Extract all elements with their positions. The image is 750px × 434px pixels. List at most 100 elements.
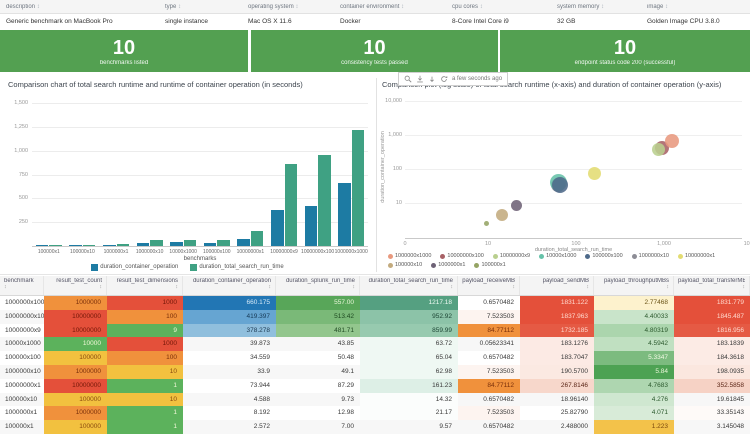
table-cell-payload_total_transferMB[interactable]: 3.145048	[674, 420, 750, 434]
table-cell-result_test_count[interactable]: 1000000	[44, 296, 107, 310]
table-cell-payload_total_transferMB[interactable]: 19.61845	[674, 393, 750, 407]
table-cell-payload_receiveMB[interactable]: 7.523503	[458, 310, 520, 324]
meta-header-cpu-cores[interactable]: cpu cores ↕	[452, 4, 551, 10]
legend-item-10000000x100[interactable]: 10000000x100	[440, 253, 483, 259]
table-cell-benchmark[interactable]: 10000x1000	[0, 337, 44, 351]
table-cell-result_test_count[interactable]: 1000000	[44, 365, 107, 379]
table-cell-result_test_count[interactable]: 10000	[44, 337, 107, 351]
column-header-payload_sendMB[interactable]: payload_sendMB↕	[520, 276, 594, 295]
table-cell-duration_container_operation[interactable]: 2.572	[183, 420, 276, 434]
table-cell-payload_sendMB[interactable]: 25.82790	[520, 406, 594, 420]
column-header-payload_throughputMBs[interactable]: payload_throughputMBs↕	[594, 276, 674, 295]
bar-duration_container_operation[interactable]	[338, 183, 351, 246]
table-cell-duration_container_operation[interactable]: 39.873	[183, 337, 276, 351]
scatter-point-1000000x1[interactable]	[511, 200, 522, 211]
table-cell-duration_splunk_run_time[interactable]: 481.71	[276, 324, 360, 338]
bar-duration_total_search_run_time[interactable]	[352, 130, 365, 246]
table-cell-duration_splunk_run_time[interactable]: 87.29	[276, 379, 360, 393]
column-header-payload_receiveMB[interactable]: payload_receiveMB↕	[458, 276, 520, 295]
table-cell-payload_total_transferMB[interactable]: 198.0935	[674, 365, 750, 379]
magnifier-icon[interactable]	[404, 75, 412, 83]
bar-duration_container_operation[interactable]	[204, 243, 217, 246]
table-cell-payload_throughputMBs[interactable]: 1.223	[594, 420, 674, 434]
meta-header-operating-system[interactable]: operating system ↕	[248, 4, 334, 10]
bar-duration_container_operation[interactable]	[36, 245, 49, 246]
table-cell-benchmark[interactable]: 100000x1	[0, 420, 44, 434]
column-header-duration_splunk_run_time[interactable]: duration_splunk_run_time↕	[276, 276, 360, 295]
table-cell-payload_receiveMB[interactable]: 0.6570482	[458, 296, 520, 310]
scatter-point-10000000x1[interactable]	[588, 167, 601, 180]
table-cell-payload_total_transferMB[interactable]: 184.3618	[674, 351, 750, 365]
table-cell-duration_total_search_run_time[interactable]: 14.32	[360, 393, 458, 407]
table-cell-duration_splunk_run_time[interactable]: 50.48	[276, 351, 360, 365]
bar-duration_container_operation[interactable]	[271, 210, 284, 246]
table-cell-benchmark[interactable]: 1000000x1	[0, 406, 44, 420]
meta-header-type[interactable]: type ↕	[165, 4, 242, 10]
table-cell-result_test_dimensions[interactable]: 9	[107, 324, 183, 338]
table-cell-benchmark[interactable]: 10000000x1	[0, 379, 44, 393]
table-cell-payload_total_transferMB[interactable]: 183.1839	[674, 337, 750, 351]
bar-duration_total_search_run_time[interactable]	[251, 231, 264, 246]
table-cell-duration_container_operation[interactable]: 378.278	[183, 324, 276, 338]
scatter-point-1000000x1000[interactable]	[665, 134, 679, 148]
refresh-icon[interactable]	[440, 75, 448, 83]
legend-item-10000x1000[interactable]: 10000x1000	[539, 253, 576, 259]
scatter-point-100000x1[interactable]	[484, 221, 489, 226]
table-cell-payload_receiveMB[interactable]: 7.523503	[458, 365, 520, 379]
bar-duration_total_search_run_time[interactable]	[184, 240, 197, 246]
table-cell-payload_sendMB[interactable]: 1732.185	[520, 324, 594, 338]
legend-item-duration_total_search_run_time[interactable]: duration_total_search_run_time	[190, 264, 283, 271]
table-cell-payload_throughputMBs[interactable]: 5.3347	[594, 351, 674, 365]
bar-duration_container_operation[interactable]	[103, 245, 116, 246]
table-cell-payload_sendMB[interactable]: 190.5700	[520, 365, 594, 379]
legend-item-100000x100[interactable]: 100000x100	[585, 253, 622, 259]
table-cell-benchmark[interactable]: 10000000x9	[0, 324, 44, 338]
table-cell-result_test_dimensions[interactable]: 10	[107, 365, 183, 379]
column-header-duration_total_search_run_time[interactable]: duration_total_search_run_time↕	[360, 276, 458, 295]
table-cell-benchmark[interactable]: 1000000x1000	[0, 296, 44, 310]
table-cell-result_test_dimensions[interactable]: 100	[107, 351, 183, 365]
column-header-result_test_dimensions[interactable]: result_test_dimensions↕	[107, 276, 183, 295]
table-cell-payload_sendMB[interactable]: 2.488000	[520, 420, 594, 434]
table-cell-result_test_dimensions[interactable]: 100	[107, 310, 183, 324]
bar-duration_container_operation[interactable]	[137, 243, 150, 246]
table-cell-result_test_dimensions[interactable]: 1	[107, 420, 183, 434]
table-cell-result_test_count[interactable]: 100000	[44, 420, 107, 434]
table-cell-payload_total_transferMB[interactable]: 352.5858	[674, 379, 750, 393]
table-cell-result_test_dimensions[interactable]: 1000	[107, 296, 183, 310]
table-cell-duration_splunk_run_time[interactable]: 7.00	[276, 420, 360, 434]
bar-duration_total_search_run_time[interactable]	[49, 245, 62, 246]
table-cell-payload_total_transferMB[interactable]: 33.35143	[674, 406, 750, 420]
table-cell-duration_container_operation[interactable]: 73.944	[183, 379, 276, 393]
table-cell-duration_total_search_run_time[interactable]: 952.92	[360, 310, 458, 324]
table-cell-payload_throughputMBs[interactable]: 4.7683	[594, 379, 674, 393]
legend-item-10000000x1[interactable]: 10000000x1	[678, 253, 715, 259]
table-cell-duration_splunk_run_time[interactable]: 9.73	[276, 393, 360, 407]
table-cell-result_test_dimensions[interactable]: 1	[107, 379, 183, 393]
bar-duration_total_search_run_time[interactable]	[150, 240, 163, 246]
table-cell-payload_throughputMBs[interactable]: 4.80319	[594, 324, 674, 338]
table-cell-payload_receiveMB[interactable]: 84.77112	[458, 324, 520, 338]
table-cell-duration_total_search_run_time[interactable]: 161.23	[360, 379, 458, 393]
table-cell-payload_receiveMB[interactable]: 7.523503	[458, 406, 520, 420]
bar-duration_container_operation[interactable]	[237, 239, 250, 246]
table-cell-duration_total_search_run_time[interactable]: 65.04	[360, 351, 458, 365]
table-cell-duration_total_search_run_time[interactable]: 21.17	[360, 406, 458, 420]
table-cell-duration_total_search_run_time[interactable]: 63.72	[360, 337, 458, 351]
table-cell-duration_container_operation[interactable]: 660.175	[183, 296, 276, 310]
table-cell-payload_throughputMBs[interactable]: 5.84	[594, 365, 674, 379]
table-cell-payload_throughputMBs[interactable]: 4.071	[594, 406, 674, 420]
table-cell-benchmark[interactable]: 100000x100	[0, 351, 44, 365]
legend-item-1000000x10[interactable]: 1000000x10	[632, 253, 669, 259]
table-cell-payload_throughputMBs[interactable]: 4.40033	[594, 310, 674, 324]
table-cell-result_test_count[interactable]: 1000000	[44, 406, 107, 420]
column-header-benchmark[interactable]: benchmark↕	[0, 276, 44, 295]
legend-item-duration_container_operation[interactable]: duration_container_operation	[91, 264, 178, 271]
table-cell-duration_container_operation[interactable]: 4.588	[183, 393, 276, 407]
table-cell-duration_splunk_run_time[interactable]: 49.1	[276, 365, 360, 379]
legend-item-100000x1[interactable]: 100000x1	[474, 262, 505, 268]
table-cell-payload_receiveMB[interactable]: 0.05623341	[458, 337, 520, 351]
meta-header-system-memory[interactable]: system memory ↕	[557, 4, 641, 10]
table-cell-payload_throughputMBs[interactable]: 4.276	[594, 393, 674, 407]
bar-duration_container_operation[interactable]	[69, 245, 82, 246]
